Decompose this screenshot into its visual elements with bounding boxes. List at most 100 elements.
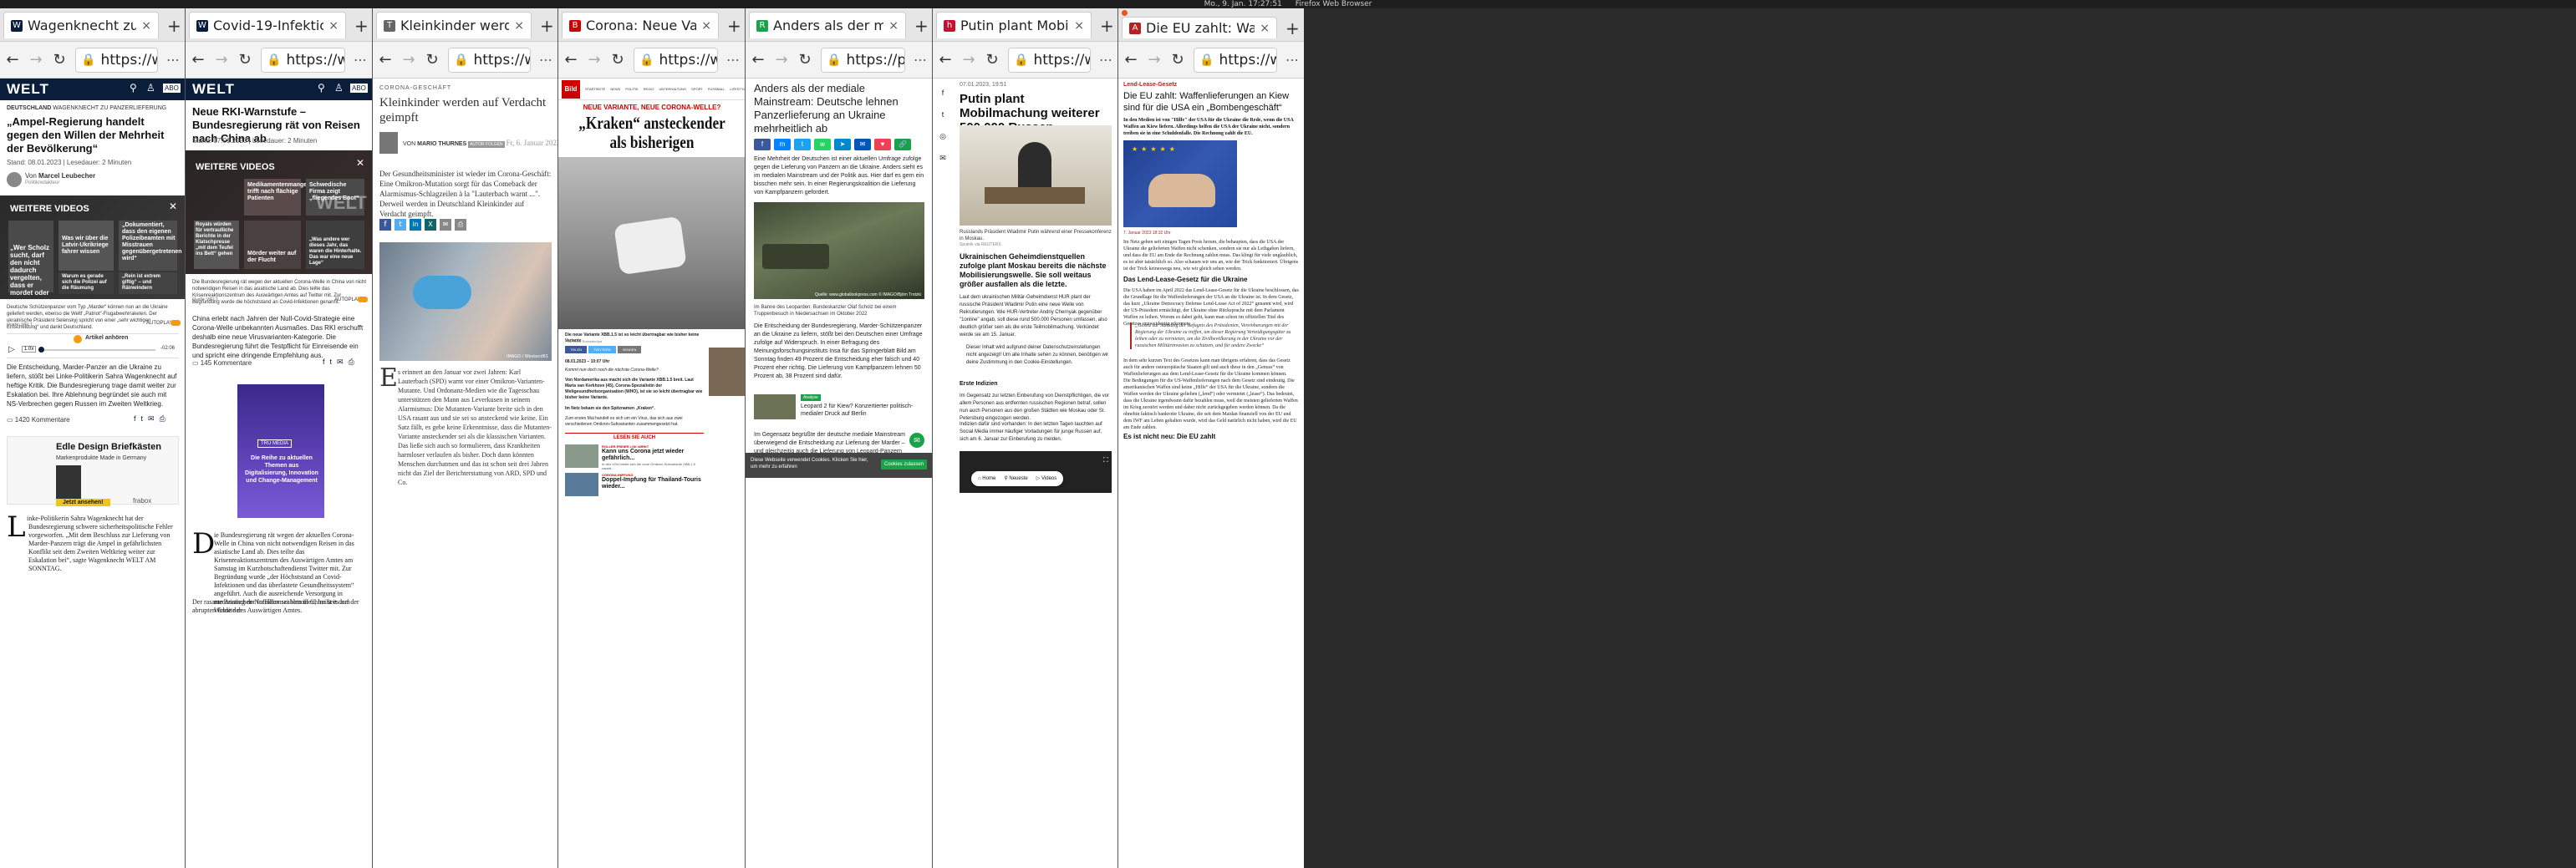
url-bar[interactable]: 🔒https://www.welt.de (261, 47, 345, 73)
whatsapp-icon[interactable]: w (814, 139, 831, 150)
more-icon[interactable]: ⋯ (914, 52, 927, 68)
close-icon[interactable]: ✕ (169, 201, 177, 212)
forward-icon[interactable]: → (401, 51, 416, 69)
video-thumb[interactable]: Warum es gerade sich die Polizei auf die… (59, 272, 114, 294)
user-icon[interactable]: ♙ (334, 82, 344, 94)
author-name[interactable]: Von Marcel Leubecher (25, 172, 95, 180)
site-logo[interactable]: WELT (192, 81, 235, 98)
autoplay-toggle[interactable] (358, 297, 368, 302)
video-player[interactable]: WEITERE VIDEOS ✕ Medikamentenmangel trif… (186, 150, 372, 274)
back-icon[interactable]: ← (751, 51, 766, 69)
browser-tab[interactable]: hPutin plant Mobilmachu× (936, 12, 1092, 38)
video-thumb[interactable]: „Wer Scholz sucht, darf den nicht dadurc… (8, 221, 53, 297)
back-icon[interactable]: ← (191, 51, 206, 69)
video-thumb[interactable]: „Was andere wer dieses Jahr, das waren d… (306, 221, 364, 269)
xing-icon[interactable]: X (425, 219, 436, 231)
more-icon[interactable]: ⋯ (1285, 52, 1299, 68)
follow-author-button[interactable]: AUTOR FOLGEN (468, 141, 505, 148)
user-icon[interactable]: ♙ (146, 82, 155, 94)
forward-icon[interactable]: → (587, 51, 602, 69)
new-tab-button[interactable]: + (354, 16, 369, 36)
nav-item[interactable]: NEWS (610, 87, 620, 91)
ad-banner[interactable]: TRU MEDIA Die Reihe zu aktuellen Themen … (237, 384, 324, 518)
related-article[interactable]: Analyse Leopard 2 für Kiew? Konzertierte… (754, 394, 924, 424)
mail-icon[interactable]: ✉ (337, 358, 349, 366)
nav-item[interactable]: FUSSBALL (708, 87, 725, 91)
related-item[interactable]: CORONA-IMPFUNG Doppel-Impfung für Thaila… (565, 473, 704, 498)
facebook-icon[interactable]: f (323, 358, 330, 366)
back-icon[interactable]: ← (378, 51, 393, 69)
reload-icon[interactable]: ↻ (237, 51, 252, 69)
search-icon[interactable]: ⚲ (318, 82, 325, 94)
facebook-icon[interactable]: f (379, 219, 391, 231)
back-icon[interactable]: ← (5, 51, 20, 69)
new-tab-button[interactable]: + (1285, 18, 1300, 38)
facebook-icon[interactable]: f (754, 139, 771, 150)
ad-cta-button[interactable]: Jetzt ansehen! (56, 499, 110, 506)
window-close-dot[interactable] (1122, 10, 1128, 16)
browser-tab[interactable]: WWagenknecht zu Panzer× (3, 12, 159, 38)
nav-item[interactable]: LIFESTYLE (730, 87, 745, 91)
more-icon[interactable]: ⋯ (1099, 52, 1112, 68)
url-bar[interactable]: 🔒https://www.heute.a (1008, 47, 1091, 73)
browser-tab[interactable]: ADie EU zahlt: Waffenlief× (1122, 17, 1277, 38)
search-icon[interactable]: ⚲ (130, 82, 137, 94)
url-bar[interactable]: 🔒https://pressefreihei (821, 47, 905, 73)
reload-icon[interactable]: ↻ (797, 51, 812, 69)
more-icon[interactable]: ⋯ (354, 52, 367, 68)
print-icon[interactable]: ⎙ (455, 219, 466, 231)
reload-icon[interactable]: ↻ (52, 51, 67, 69)
video-thumb[interactable]: Mörder weiter auf der Flucht (244, 221, 301, 269)
forward-icon[interactable]: → (1147, 51, 1162, 69)
close-tab-icon[interactable]: × (888, 19, 899, 33)
video-thumb[interactable]: Was wir über die Latvir-Ukrikriege fahre… (59, 221, 114, 271)
comments-link[interactable]: ▭ 145 Kommentare (192, 359, 252, 367)
close-tab-icon[interactable]: × (701, 19, 711, 33)
url-bar[interactable]: 🔒https://www.bild.de/ (634, 47, 718, 73)
mail-icon[interactable]: ✉ (148, 414, 160, 423)
url-bar[interactable]: 🔒https://www.anti-spi (1194, 47, 1277, 73)
forward-icon[interactable]: → (961, 51, 976, 69)
twitter-icon[interactable]: t (936, 104, 949, 125)
forward-icon[interactable]: → (28, 51, 43, 69)
more-icon[interactable]: ⋯ (166, 52, 180, 68)
back-icon[interactable]: ← (938, 51, 953, 69)
comments-link[interactable]: ▭ 1420 Kommentare (7, 416, 70, 424)
new-tab-button[interactable]: + (540, 16, 554, 36)
site-logo[interactable]: WELT (7, 81, 49, 98)
cookie-accept-button[interactable]: Cookies zulassen (881, 459, 928, 470)
back-icon[interactable]: ← (563, 51, 578, 69)
telegram-icon[interactable]: ➤ (834, 139, 851, 150)
close-icon[interactable]: ✕ (356, 157, 364, 169)
more-icon[interactable]: ⋯ (539, 52, 552, 68)
link-icon[interactable]: 🔗 (894, 139, 911, 150)
author-line[interactable]: VON MARIO THURNES AUTOR FOLGEN Fr, 6. Ja… (403, 139, 557, 148)
linkedin-icon[interactable]: in (410, 219, 421, 231)
twitter-icon[interactable]: t (141, 414, 149, 423)
new-tab-button[interactable]: + (1100, 16, 1114, 36)
speed-button[interactable]: 1.0x (22, 346, 37, 353)
play-icon[interactable]: ▷ (8, 345, 15, 354)
new-tab-button[interactable]: + (727, 16, 741, 36)
nav-item[interactable]: POLITIK (625, 87, 638, 91)
site-logo[interactable]: Bild (562, 80, 580, 99)
url-bar[interactable]: 🔒https://www.tichyse (448, 47, 531, 73)
twitter-icon[interactable]: t (330, 358, 338, 366)
ad-box[interactable]: Edle Design Briefkästen Markenprodukte M… (7, 436, 179, 506)
more-icon[interactable]: ⋯ (726, 52, 740, 68)
autoplay-toggle[interactable] (171, 320, 181, 326)
side-image[interactable] (709, 348, 745, 396)
twitter-icon[interactable]: t (395, 219, 406, 231)
close-tab-icon[interactable]: × (1074, 19, 1084, 33)
audio-progress-track[interactable] (38, 347, 155, 353)
reload-icon[interactable]: ↻ (985, 51, 1000, 69)
video-thumb[interactable]: „Rein ist extrem giftig“ – und Räinwinde… (119, 272, 177, 294)
twitter-icon[interactable]: t (794, 139, 811, 150)
nav-item[interactable]: SPORT (691, 87, 703, 91)
print-icon[interactable]: ⎙ (160, 414, 171, 423)
nav-newest[interactable]: ⚲ Neueste (1004, 471, 1027, 486)
chat-button[interactable]: ✉ (909, 433, 924, 448)
nav-item[interactable]: STARTSEITE (585, 87, 605, 91)
browser-tab[interactable]: BCorona: Neue Variante× (562, 12, 719, 38)
video-thumb[interactable]: Royals würden für vertraulliche Berichte… (194, 221, 239, 269)
